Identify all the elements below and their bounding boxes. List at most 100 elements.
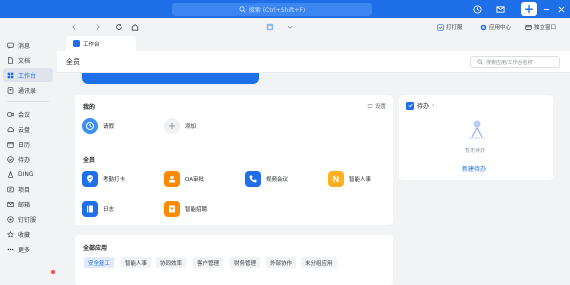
sidebar-item-messages[interactable]: 消息 bbox=[3, 38, 53, 52]
standalone-window-label: 独立窗口 bbox=[534, 25, 557, 31]
app-label: 智能人事 bbox=[349, 177, 372, 183]
app-label: 视频会议 bbox=[266, 177, 289, 183]
tab-label: 工作台 bbox=[83, 41, 100, 48]
tab-workbench[interactable]: 工作台 bbox=[66, 36, 136, 51]
settings-label: 设置 bbox=[375, 104, 387, 110]
calendar-icon bbox=[7, 141, 14, 148]
app-category-tag[interactable]: 协同效率 bbox=[156, 257, 187, 268]
hr-icon bbox=[328, 171, 344, 187]
all-apps-title: 全部应用 bbox=[83, 245, 108, 252]
chat-icon bbox=[7, 42, 14, 49]
sidebar-item-meetings[interactable]: 会议 bbox=[3, 107, 53, 121]
more-icon bbox=[7, 248, 14, 250]
sidebar-item-label: 工作台 bbox=[18, 72, 37, 80]
add-icon[interactable]: + bbox=[521, 2, 537, 16]
app-video-meeting[interactable]: 视频会议 bbox=[245, 171, 288, 187]
todo-icon bbox=[7, 155, 14, 163]
app-center-icon bbox=[480, 24, 487, 30]
settings-icon bbox=[367, 104, 373, 108]
workbench-content: 全员 搜索应用/工作台名称 我的 设置 请假 添加 全员 考勤打卡 OA审批 视… bbox=[57, 51, 570, 285]
todo-empty-text: 暂无待办 bbox=[465, 148, 486, 154]
app-center-button[interactable]: 应用中心 bbox=[480, 22, 511, 32]
sidebar-item-ding[interactable]: DING bbox=[3, 167, 53, 181]
sidebar-item-calendar[interactable]: 日历 bbox=[3, 137, 53, 151]
todo-title: 待办 bbox=[417, 103, 430, 110]
workbench-title: 全员 bbox=[66, 58, 80, 66]
history-icon[interactable] bbox=[471, 3, 483, 15]
mail-icon[interactable] bbox=[494, 3, 506, 15]
refresh-icon[interactable] bbox=[114, 22, 124, 32]
sidebar-item-cloud[interactable]: 云盘 bbox=[3, 122, 53, 136]
app-leave[interactable]: 请假 bbox=[82, 118, 114, 134]
app-category-tag[interactable]: 智能人事 bbox=[121, 257, 152, 268]
sidebar-item-label: 会议 bbox=[18, 111, 31, 119]
close-icon[interactable] bbox=[555, 3, 567, 15]
app-smart-recruit[interactable]: 智能招聘 bbox=[164, 201, 207, 217]
workbench-header: 全员 搜索应用/工作台名称 bbox=[57, 51, 570, 73]
search-placeholder: 搜索 (Ctrl+Shift+F) bbox=[248, 7, 306, 14]
workbench-tab-icon bbox=[73, 40, 80, 47]
search-icon bbox=[477, 59, 483, 65]
plus-icon bbox=[164, 118, 180, 134]
sidebar-item-service[interactable]: 钉钉服 bbox=[3, 212, 53, 226]
chevron-down-icon[interactable] bbox=[285, 22, 295, 32]
sidebar-item-mailbox[interactable]: 邮箱 bbox=[3, 197, 53, 211]
sidebar-item-todo[interactable]: 待办 bbox=[3, 152, 53, 166]
app-category-tag[interactable]: 未分组应用 bbox=[301, 257, 337, 268]
video-icon bbox=[7, 111, 14, 117]
sidebar-item-more[interactable]: 更多 bbox=[3, 242, 53, 256]
global-search-bar[interactable]: 搜索 (Ctrl+Shift+F) bbox=[172, 3, 372, 16]
app-label: 智能招聘 bbox=[185, 207, 208, 213]
clock-icon bbox=[82, 118, 98, 134]
project-icon bbox=[7, 186, 14, 192]
app-search-placeholder: 搜索应用/工作台名称 bbox=[486, 59, 533, 66]
banner[interactable] bbox=[82, 73, 259, 84]
app-category-tag[interactable]: 客户管理 bbox=[193, 257, 224, 268]
app-log[interactable]: 日志 bbox=[82, 201, 114, 217]
app-add[interactable]: 添加 bbox=[164, 118, 196, 134]
app-category-tag[interactable]: 外部协作 bbox=[266, 257, 297, 268]
doc-icon bbox=[8, 56, 13, 64]
punch-icon bbox=[437, 23, 444, 31]
app-category-tag[interactable]: 财务管理 bbox=[230, 257, 261, 268]
standalone-window-button[interactable]: 独立窗口 bbox=[525, 22, 556, 32]
notification-dot bbox=[51, 270, 55, 274]
sidebar-item-workbench[interactable]: 工作台 bbox=[3, 68, 53, 82]
apps-card: 我的 设置 请假 添加 全员 考勤打卡 OA审批 视频会议 智能人事 日志 智能… bbox=[75, 95, 393, 225]
sidebar-item-favorites[interactable]: 收藏 bbox=[3, 227, 53, 241]
sidebar-item-projects[interactable]: 项目 bbox=[3, 182, 53, 196]
punch-button[interactable]: 打打服 bbox=[437, 22, 463, 32]
location-check-icon bbox=[82, 171, 98, 187]
punch-label: 打打服 bbox=[446, 25, 463, 31]
app-label: 请假 bbox=[103, 124, 115, 130]
app-attendance[interactable]: 考勤打卡 bbox=[82, 171, 125, 187]
nav-toolbar: 打打服 应用中心 独立窗口 bbox=[57, 18, 570, 36]
service-icon bbox=[7, 215, 14, 223]
app-oa-approval[interactable]: OA审批 bbox=[164, 171, 204, 187]
app-smart-hr[interactable]: 智能人事 bbox=[328, 171, 371, 187]
all-staff-section-title: 全员 bbox=[83, 157, 96, 164]
new-todo-link[interactable]: 新建待办 bbox=[462, 164, 486, 173]
cloud-icon bbox=[7, 126, 14, 132]
empty-todo-illustration-icon bbox=[466, 117, 488, 141]
settings-button[interactable]: 设置 bbox=[367, 102, 386, 110]
back-icon[interactable] bbox=[69, 22, 79, 32]
home-icon[interactable] bbox=[130, 22, 140, 32]
mailbox-icon bbox=[7, 201, 14, 207]
minimize-icon[interactable] bbox=[540, 3, 552, 15]
app-label: 添加 bbox=[185, 124, 197, 130]
sidebar-item-contacts[interactable]: 通讯录 bbox=[3, 83, 53, 97]
recruit-icon bbox=[164, 201, 180, 217]
ding-icon bbox=[7, 170, 14, 178]
sidebar-item-docs[interactable]: 文档 bbox=[3, 53, 53, 67]
phone-icon bbox=[245, 171, 261, 187]
todo-header[interactable]: 待办 › bbox=[406, 101, 434, 110]
sidebar-item-label: 文档 bbox=[18, 57, 31, 65]
window-icon bbox=[525, 24, 532, 30]
org-switch-icon[interactable] bbox=[265, 22, 275, 32]
app-search-input[interactable]: 搜索应用/工作台名称 bbox=[470, 56, 560, 68]
app-label: 日志 bbox=[103, 207, 115, 213]
app-category-tag[interactable]: 安全复工 bbox=[84, 257, 115, 268]
sidebar-divider bbox=[7, 101, 49, 102]
forward-icon[interactable] bbox=[93, 22, 103, 32]
